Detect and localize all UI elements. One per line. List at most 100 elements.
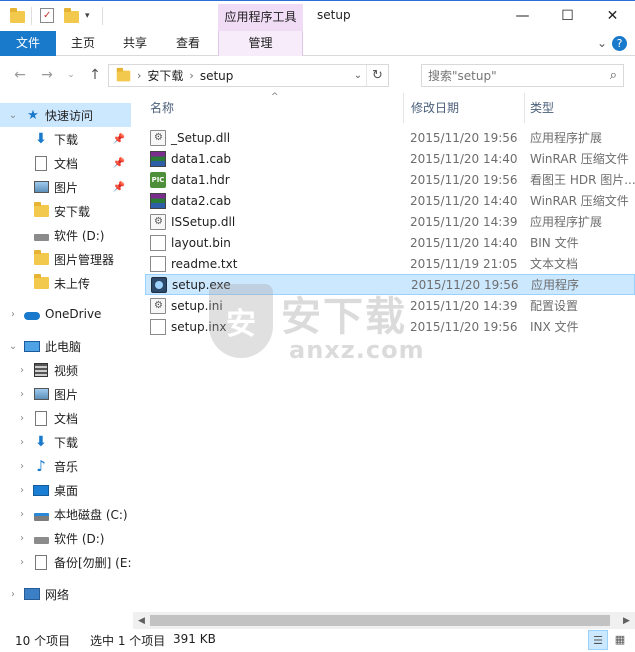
nav-this-pc[interactable]: ⌄ 此电脑 — [0, 334, 131, 358]
large-icons-view-button[interactable]: ▦ — [610, 630, 630, 650]
column-label: 类型 — [530, 101, 555, 115]
file-name: _Setup.dll — [171, 130, 231, 145]
document-icon — [33, 410, 49, 426]
download-icon: ⬇ — [35, 131, 47, 147]
breadcrumb-separator[interactable]: › — [137, 69, 141, 82]
collapse-chevron-icon[interactable]: ⌄ — [7, 340, 19, 352]
nav-item-download[interactable]: ⬇ 下载 📌 — [0, 127, 131, 151]
address-dropdown-button[interactable]: ⌄ — [350, 65, 366, 86]
file-modified-date: 2015/11/20 14:40 — [410, 193, 518, 208]
expand-chevron-icon[interactable]: › — [7, 308, 19, 320]
tab-view[interactable]: 查看 — [168, 31, 208, 56]
nav-item-anxiazai[interactable]: 安下载 — [0, 199, 131, 223]
nav-item-pc-drive-d[interactable]: › 软件 (D:) — [0, 526, 131, 550]
refresh-button[interactable]: ↻ — [366, 65, 388, 86]
properties-icon[interactable]: ✓ — [40, 7, 56, 25]
expand-chevron-icon[interactable]: › — [16, 508, 28, 520]
expand-chevron-icon[interactable]: › — [16, 484, 28, 496]
expand-chevron-icon[interactable]: › — [16, 364, 28, 376]
horizontal-scrollbar[interactable]: ◀ ▶ — [133, 612, 635, 629]
tab-home[interactable]: 主页 — [63, 31, 103, 56]
search-icon[interactable]: ⌕ — [610, 68, 617, 83]
scroll-right-icon[interactable]: ▶ — [618, 612, 635, 629]
expand-chevron-icon[interactable]: › — [16, 388, 28, 400]
file-row[interactable]: ISSetup.dll 2015/11/20 14:39 应用程序扩展 — [145, 211, 635, 232]
expand-chevron-icon[interactable]: › — [16, 460, 28, 472]
expand-chevron-icon[interactable]: › — [16, 436, 28, 448]
help-icon[interactable]: ? — [612, 36, 627, 51]
config-file-icon — [150, 297, 166, 314]
nav-quick-access[interactable]: ⌄ ★ 快速访问 — [0, 103, 131, 127]
nav-network[interactable]: › 网络 — [0, 582, 131, 606]
nav-item-not-uploaded[interactable]: 未上传 — [0, 271, 131, 295]
file-name: data1.cab — [171, 151, 232, 166]
context-tab-group-label: 应用程序工具 — [218, 4, 303, 32]
close-button[interactable]: ✕ — [590, 1, 635, 31]
address-bar[interactable]: › 安下载 › setup ⌄ ↻ — [108, 64, 389, 87]
folder-icon — [116, 67, 131, 81]
nav-item-pc-pictures[interactable]: › 图片 — [0, 382, 131, 406]
nav-item-pictures[interactable]: 图片 📌 — [0, 175, 131, 199]
blank-file-icon — [150, 318, 166, 335]
file-row[interactable]: _Setup.dll 2015/11/20 19:56 应用程序扩展 — [145, 127, 635, 148]
collapse-chevron-icon[interactable]: ⌄ — [7, 109, 19, 121]
file-row[interactable]: readme.txt 2015/11/19 21:05 文本文档 — [145, 253, 635, 274]
new-folder-icon[interactable] — [64, 7, 80, 25]
file-name: data1.hdr — [171, 172, 230, 187]
file-modified-date: 2015/11/20 14:39 — [410, 298, 518, 313]
column-header-type[interactable]: 类型 — [530, 93, 635, 123]
pin-icon: 📌 — [112, 181, 125, 193]
file-row[interactable]: data1.cab 2015/11/20 14:40 WinRAR 压缩文件 — [145, 148, 635, 169]
nav-item-drive-c[interactable]: › 本地磁盘 (C:) — [0, 502, 131, 526]
breadcrumb-setup[interactable]: setup — [200, 69, 234, 83]
file-type: BIN 文件 — [530, 236, 579, 250]
file-modified-date: 2015/11/20 19:56 — [410, 130, 518, 145]
nav-item-documents[interactable]: 文档 📌 — [0, 151, 131, 175]
forward-button[interactable]: → — [38, 66, 56, 84]
nav-item-pc-download[interactable]: › ⬇ 下载 — [0, 430, 131, 454]
customize-quick-access-icon[interactable]: ▾ — [85, 7, 101, 25]
breadcrumb-anxiazai[interactable]: 安下载 — [147, 67, 183, 84]
expand-chevron-icon[interactable]: › — [16, 412, 28, 424]
up-button[interactable]: ↑ — [86, 66, 104, 84]
details-view-button[interactable]: ☰ — [588, 630, 608, 650]
back-button[interactable]: ← — [11, 66, 29, 84]
column-divider[interactable] — [403, 93, 404, 123]
search-input[interactable] — [428, 65, 603, 86]
nav-item-drive-d[interactable]: 软件 (D:) — [0, 223, 131, 247]
exe-icon — [151, 276, 167, 293]
column-header-name[interactable]: 名称 — [150, 93, 410, 123]
scrollbar-thumb[interactable] — [150, 615, 610, 626]
file-row[interactable]: PIC data1.hdr 2015/11/20 19:56 看图王 HDR 图片..… — [145, 169, 635, 190]
nav-item-music[interactable]: › ♪ 音乐 — [0, 454, 131, 478]
expand-chevron-icon[interactable]: › — [16, 556, 28, 568]
minimize-button[interactable]: — — [500, 1, 545, 31]
search-box[interactable]: ⌕ — [421, 64, 624, 87]
status-size: 391 KB — [173, 632, 216, 646]
file-row[interactable]: layout.bin 2015/11/20 14:40 BIN 文件 — [145, 232, 635, 253]
ribbon-collapse-icon[interactable]: ⌄ — [597, 36, 607, 50]
column-divider[interactable] — [524, 93, 525, 123]
recent-locations-button[interactable]: ⌄ — [62, 66, 80, 84]
file-row[interactable]: data2.cab 2015/11/20 14:40 WinRAR 压缩文件 — [145, 190, 635, 211]
nav-item-pc-documents[interactable]: › 文档 — [0, 406, 131, 430]
column-label: 名称 — [150, 101, 175, 115]
nav-item-desktop[interactable]: › 桌面 — [0, 478, 131, 502]
tab-file[interactable]: 文件 — [0, 31, 56, 56]
breadcrumb-separator[interactable]: › — [189, 69, 193, 82]
nav-item-drive-e[interactable]: › 备份[勿删] (E: — [0, 550, 131, 574]
large-icons-view-icon: ▦ — [614, 633, 626, 646]
nav-item-videos[interactable]: › 视频 — [0, 358, 131, 382]
expand-chevron-icon[interactable]: › — [16, 532, 28, 544]
column-header-date[interactable]: 修改日期 — [411, 93, 521, 123]
file-modified-date: 2015/11/20 19:56 — [410, 172, 518, 187]
tab-manage[interactable]: 管理 — [218, 31, 303, 56]
expand-chevron-icon[interactable]: › — [7, 588, 19, 600]
tab-share[interactable]: 共享 — [115, 31, 155, 56]
maximize-button[interactable]: ☐ — [545, 1, 590, 31]
nav-label: OneDrive — [45, 307, 102, 321]
scroll-left-icon[interactable]: ◀ — [133, 612, 150, 629]
nav-item-picture-manager[interactable]: 图片管理器 — [0, 247, 131, 271]
nav-onedrive[interactable]: › OneDrive — [0, 302, 131, 326]
sort-ascending-icon: ^ — [271, 92, 279, 102]
